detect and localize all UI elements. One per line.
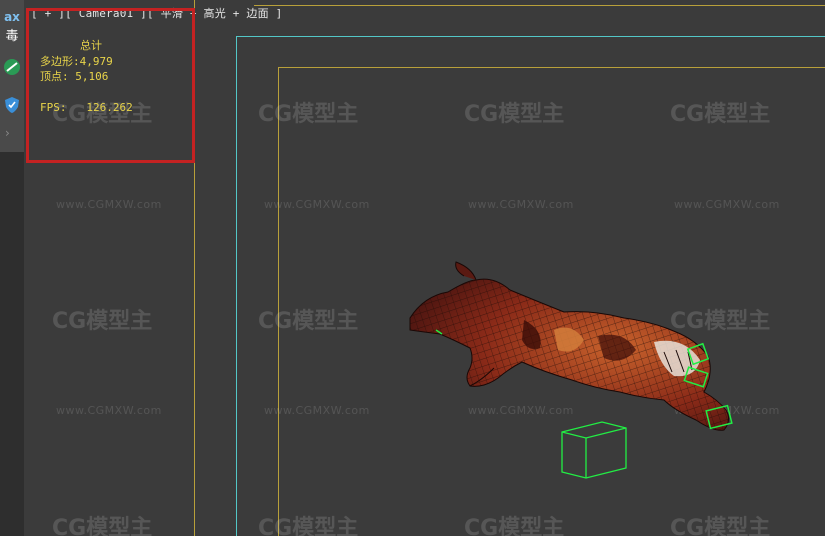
chevron-right-icon[interactable]: › — [5, 126, 10, 140]
camera-viewport[interactable]: [ + ][ Camera01 ][ 平滑 + 高光 + 边面 ] CG模型主 … — [24, 0, 825, 536]
command-panel-strip: ax 毒 › — [0, 0, 25, 536]
max-logo: ax — [4, 10, 20, 24]
tiger-model[interactable] — [409, 261, 730, 431]
helper-box-gizmo[interactable] — [561, 421, 627, 479]
no-entry-icon[interactable] — [3, 58, 21, 76]
shield-icon[interactable] — [3, 96, 21, 114]
side-cn-label: 毒 — [5, 29, 19, 44]
scene-render[interactable] — [24, 0, 825, 536]
